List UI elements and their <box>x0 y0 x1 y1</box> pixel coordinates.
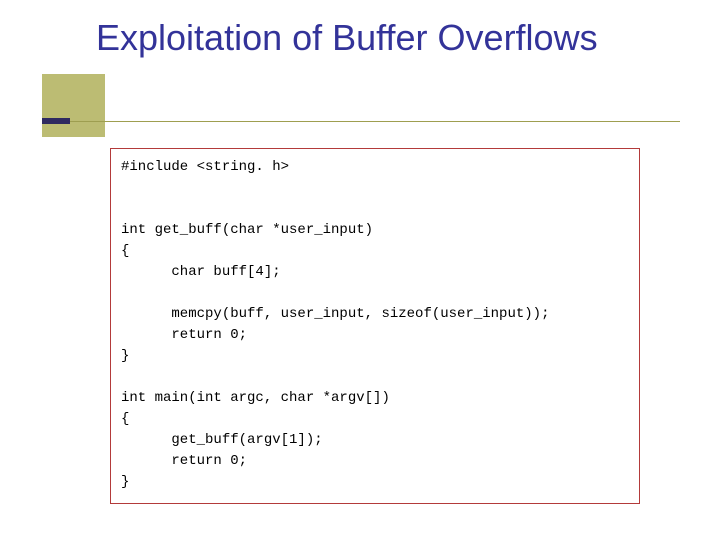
accent-square <box>42 74 105 137</box>
slide: Exploitation of Buffer Overflows #includ… <box>0 0 720 540</box>
code-block: #include <string. h> int get_buff(char *… <box>110 148 640 504</box>
accent-notch <box>42 118 70 124</box>
divider-line <box>70 121 680 122</box>
page-title: Exploitation of Buffer Overflows <box>96 18 598 58</box>
